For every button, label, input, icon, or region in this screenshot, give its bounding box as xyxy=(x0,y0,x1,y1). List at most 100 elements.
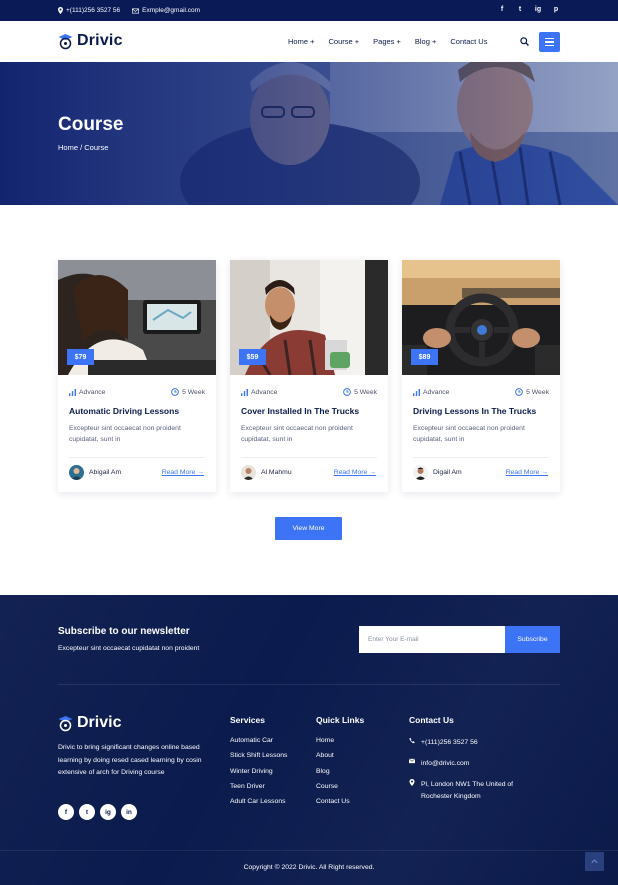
nav-item-pages[interactable]: Pages + xyxy=(373,37,401,46)
nav-menu: Home + Course + Pages + Blog + Contact U… xyxy=(288,37,487,46)
menu-bar xyxy=(545,44,554,47)
course-author: Digail Am xyxy=(413,465,462,480)
price-badge: $59 xyxy=(239,349,266,365)
graduation-cap-icon xyxy=(58,715,73,731)
newsletter-email-input[interactable]: Enter Your E-mail xyxy=(359,626,505,653)
topbar-email[interactable]: Exmple@gmail.com xyxy=(132,7,200,14)
hamburger-menu-button[interactable] xyxy=(539,32,560,52)
footer-brand-logo[interactable]: Drivic xyxy=(58,714,121,732)
brand-logo[interactable]: Drivic xyxy=(58,32,123,50)
footer-link[interactable]: About xyxy=(316,752,364,767)
footer-link[interactable]: Stick Shift Lessons xyxy=(230,752,287,767)
course-level-text: Advance xyxy=(251,388,278,396)
footer-link[interactable]: Contact Us xyxy=(316,798,364,813)
course-author: Abigail Am xyxy=(69,465,121,480)
course-level-text: Advance xyxy=(79,388,106,396)
nav-item-blog[interactable]: Blog + xyxy=(415,37,436,46)
card-divider xyxy=(241,457,377,458)
newsletter-subtitle: Excepteur sint occaecat cupidatat non pr… xyxy=(58,645,200,652)
footer-link[interactable]: Course xyxy=(316,783,364,798)
brand-name: Drivic xyxy=(77,32,123,49)
course-meta: Advance 5 Week xyxy=(413,388,549,396)
footer-link[interactable]: Winter Driving xyxy=(230,768,287,783)
topbar-phone-text: +(111)256 3527 56 xyxy=(66,7,121,14)
phone-icon xyxy=(409,737,415,744)
instagram-icon[interactable]: ig xyxy=(534,6,542,13)
card-divider xyxy=(69,457,205,458)
pinterest-icon[interactable]: p xyxy=(552,6,560,13)
facebook-icon[interactable]: f xyxy=(58,804,74,820)
twitter-icon[interactable]: t xyxy=(79,804,95,820)
course-level: Advance xyxy=(69,388,105,396)
course-card[interactable]: $89 Advance 5 Week Driving Lessons In Th… xyxy=(402,260,560,492)
footer-contact-phone[interactable]: +(111)256 3527 56 xyxy=(409,737,534,749)
course-duration: 5 Week xyxy=(343,388,377,396)
course-duration-text: 5 Week xyxy=(182,388,205,396)
topbar-contact: +(111)256 3527 56 Exmple@gmail.com xyxy=(58,7,200,14)
breadcrumb[interactable]: Home / Course xyxy=(58,143,108,152)
course-author: Al Mahmu xyxy=(241,465,292,480)
clock-icon xyxy=(171,388,179,396)
course-grid: $79 Advance 5 Week Automatic Driving Les… xyxy=(58,260,560,492)
author-name: Al Mahmu xyxy=(261,469,292,476)
read-more-link[interactable]: Read More → xyxy=(506,469,548,476)
linkedin-icon[interactable]: in xyxy=(121,804,137,820)
footer-link[interactable]: Teen Driver xyxy=(230,783,287,798)
course-level: Advance xyxy=(413,388,449,396)
footer-link[interactable]: Automatic Car xyxy=(230,737,287,752)
price-badge: $89 xyxy=(411,349,438,365)
footer-address-text: Pl, London NW1 The United of Rochester K… xyxy=(421,781,514,800)
course-description: Excepteur sint occaecat non proident cup… xyxy=(241,425,353,443)
nav-item-course[interactable]: Course + xyxy=(328,37,359,46)
course-title[interactable]: Automatic Driving Lessons xyxy=(69,406,179,416)
footer-link[interactable]: Adult Car Lessons xyxy=(230,798,287,813)
menu-bar xyxy=(545,37,554,40)
search-icon[interactable] xyxy=(520,37,529,46)
nav-item-home[interactable]: Home + xyxy=(288,37,314,46)
footer-link[interactable]: Blog xyxy=(316,768,364,783)
topbar-phone[interactable]: +(111)256 3527 56 xyxy=(58,7,120,14)
chevron-up-icon xyxy=(591,859,598,864)
price-badge: $79 xyxy=(67,349,94,365)
clock-icon xyxy=(343,388,351,396)
location-pin-icon xyxy=(58,7,63,14)
footer-link[interactable]: Home xyxy=(316,737,364,752)
course-level: Advance xyxy=(241,388,277,396)
author-name: Abigail Am xyxy=(89,469,122,476)
read-more-link[interactable]: Read More → xyxy=(162,469,204,476)
main-navbar: Drivic Home + Course + Pages + Blog + Co… xyxy=(0,21,618,62)
subscribe-button[interactable]: Subscribe xyxy=(505,626,560,653)
envelope-icon xyxy=(132,8,140,13)
read-more-link[interactable]: Read More → xyxy=(334,469,376,476)
signal-bars-icon xyxy=(69,388,76,396)
scroll-to-top-button[interactable] xyxy=(585,852,604,871)
facebook-icon[interactable]: f xyxy=(498,6,506,13)
view-more-button[interactable]: View More xyxy=(275,517,342,540)
course-meta: Advance 5 Week xyxy=(69,388,205,396)
course-card[interactable]: $59 Advance 5 Week Cover Installed In Th… xyxy=(230,260,388,492)
course-duration: 5 Week xyxy=(171,388,205,396)
footer-contact-email[interactable]: info@drivic.com xyxy=(409,758,534,770)
footer-services-title: Services xyxy=(230,715,265,725)
footer-contact-address: Pl, London NW1 The United of Rochester K… xyxy=(409,779,534,803)
twitter-icon[interactable]: t xyxy=(516,6,524,13)
footer-contact: Contact Us +(111)256 3527 56 info@drivic… xyxy=(409,715,534,812)
footer-quick-links-title: Quick Links xyxy=(316,715,365,725)
instagram-icon[interactable]: ig xyxy=(100,804,116,820)
course-title[interactable]: Cover Installed In The Trucks xyxy=(241,406,359,416)
avatar xyxy=(413,465,428,480)
course-meta: Advance 5 Week xyxy=(241,388,377,396)
course-description: Excepteur sint occaecat non proident cup… xyxy=(69,425,181,443)
course-title[interactable]: Driving Lessons In The Trucks xyxy=(413,406,536,416)
footer-services: Services Automatic Car Stick Shift Lesso… xyxy=(230,715,287,813)
course-duration-text: 5 Week xyxy=(526,388,549,396)
footer-quick-links: Quick Links Home About Blog Course Conta… xyxy=(316,715,364,813)
avatar xyxy=(69,465,84,480)
signal-bars-icon xyxy=(413,388,420,396)
course-card[interactable]: $79 Advance 5 Week Automatic Driving Les… xyxy=(58,260,216,492)
envelope-icon xyxy=(409,758,415,764)
graduation-cap-icon xyxy=(58,33,73,49)
course-level-text: Advance xyxy=(423,388,450,396)
location-pin-icon xyxy=(409,779,415,786)
nav-item-contact[interactable]: Contact Us xyxy=(450,37,487,46)
